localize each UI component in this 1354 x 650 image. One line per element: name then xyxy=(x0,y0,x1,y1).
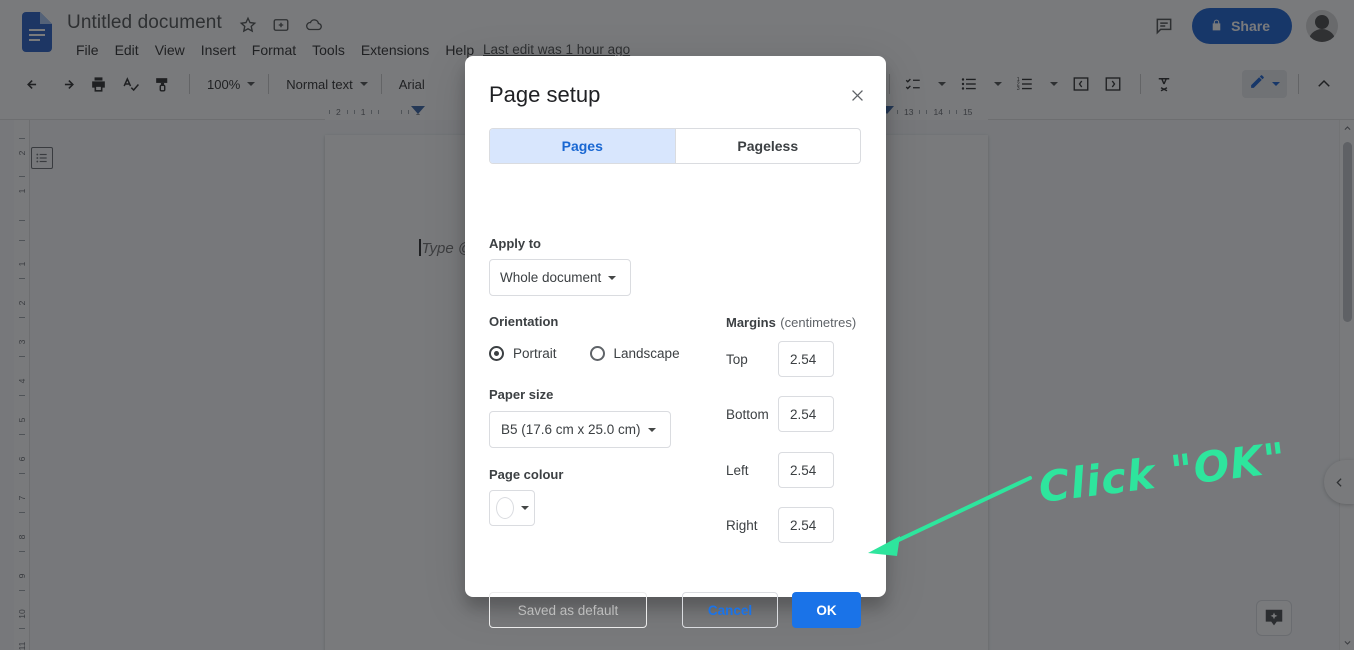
page-setup-dialog: Page setup Pages Pageless Apply to Whole… xyxy=(465,56,886,628)
dialog-title: Page setup xyxy=(489,82,601,107)
paper-size-label: Paper size xyxy=(489,387,554,402)
layout-mode-tabs: Pages Pageless xyxy=(489,128,861,164)
ok-button[interactable]: OK xyxy=(792,592,861,628)
margin-bottom-input[interactable]: 2.54 xyxy=(778,396,834,432)
margin-row-top: Top 2.54 xyxy=(726,341,834,377)
cancel-button[interactable]: Cancel xyxy=(682,592,778,628)
margins-unit-label: (centimetres) xyxy=(780,315,857,330)
page-colour-label: Page colour xyxy=(489,467,564,482)
margin-left-input[interactable]: 2.54 xyxy=(778,452,834,488)
orientation-radio-group: Portrait Landscape xyxy=(489,346,680,361)
margin-top-label: Top xyxy=(726,351,748,367)
radio-portrait[interactable]: Portrait xyxy=(489,346,557,361)
close-icon[interactable] xyxy=(845,83,869,107)
margins-heading: Margins (centimetres) xyxy=(726,314,856,332)
radio-landscape-label: Landscape xyxy=(613,346,680,361)
radio-landscape-indicator xyxy=(589,346,605,361)
page-colour-select[interactable] xyxy=(489,490,535,526)
margin-row-bottom: Bottom 2.54 xyxy=(726,396,834,432)
chevron-down-icon xyxy=(521,506,529,510)
margin-top-input[interactable]: 2.54 xyxy=(778,341,834,377)
radio-landscape[interactable]: Landscape xyxy=(589,346,680,361)
margin-row-right: Right 2.54 xyxy=(726,507,834,543)
radio-portrait-indicator xyxy=(489,346,504,361)
margin-row-left: Left 2.54 xyxy=(726,452,834,488)
orientation-label: Orientation xyxy=(489,314,559,329)
paper-size-select[interactable]: B5 (17.6 cm x 25.0 cm) xyxy=(489,411,671,448)
margin-bottom-label: Bottom xyxy=(726,406,769,422)
margins-label: Margins xyxy=(726,315,776,330)
saved-as-default-button[interactable]: Saved as default xyxy=(489,592,647,628)
chevron-down-icon xyxy=(608,275,617,280)
chevron-down-icon xyxy=(647,427,656,432)
paper-size-value: B5 (17.6 cm x 25.0 cm) xyxy=(501,422,641,437)
page-colour-swatch xyxy=(496,497,514,519)
margin-left-label: Left xyxy=(726,462,749,478)
margin-right-label: Right xyxy=(726,517,758,533)
radio-portrait-label: Portrait xyxy=(513,346,557,361)
tab-pages[interactable]: Pages xyxy=(490,129,675,163)
apply-to-value: Whole document xyxy=(500,270,602,285)
margin-right-input[interactable]: 2.54 xyxy=(778,507,834,543)
apply-to-label: Apply to xyxy=(489,236,541,251)
docs-page-setup-screen: Untitled document File Edit View Insert … xyxy=(0,0,1354,650)
apply-to-select[interactable]: Whole document xyxy=(489,259,631,296)
tab-pageless[interactable]: Pageless xyxy=(676,129,861,163)
